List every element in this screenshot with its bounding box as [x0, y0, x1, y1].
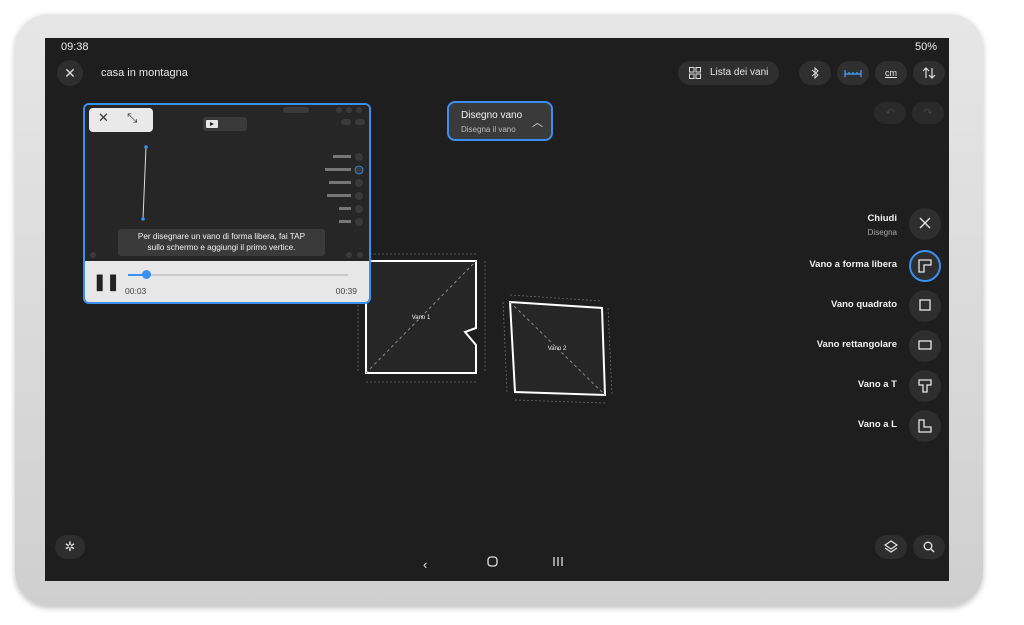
- tool-close-label: Chiudi: [867, 213, 897, 224]
- draw-chip-subtitle: Disegna il vano: [461, 125, 516, 134]
- rectangle-room-button[interactable]: [909, 330, 941, 362]
- video-caption: Per disegnare un vano di forma libera, f…: [118, 229, 325, 256]
- l-room-icon: [918, 419, 932, 433]
- tool-square[interactable]: Vano quadrato: [585, 290, 945, 322]
- square-room-button[interactable]: [909, 290, 941, 322]
- close-icon: [919, 217, 931, 229]
- expand-icon[interactable]: ⤡: [127, 110, 137, 126]
- video-toolbar: ✕ ⤡: [89, 108, 153, 132]
- home-icon[interactable]: [487, 556, 498, 567]
- tool-rectangle-label: Vano rettangolare: [816, 339, 897, 350]
- caption-line-2: sullo schermo e aggiungi il primo vertic…: [147, 243, 296, 252]
- tool-t-shape-label: Vano a T: [857, 379, 897, 390]
- total-time: 00:39: [335, 286, 357, 296]
- tool-square-label: Vano quadrato: [831, 299, 897, 310]
- freeform-room-icon: [918, 259, 932, 273]
- tool-t-shape[interactable]: Vano a T: [585, 370, 945, 402]
- android-nav-bar: ‹: [45, 551, 949, 581]
- video-progress-knob[interactable]: [141, 270, 151, 279]
- recent-apps-icon[interactable]: [552, 556, 564, 567]
- draw-room-chip[interactable]: Disegno vano Disegna il vano ︿: [447, 101, 553, 141]
- close-video-icon[interactable]: ✕: [98, 110, 109, 126]
- close-tools-button[interactable]: [909, 208, 941, 240]
- tool-l-shape[interactable]: Vano a L: [585, 410, 945, 442]
- back-icon[interactable]: ‹: [423, 557, 427, 572]
- room-1-label: Vano 1: [412, 315, 431, 321]
- chevron-up-icon[interactable]: ︿: [532, 114, 543, 130]
- tool-freeform[interactable]: Vano a forma libera: [585, 250, 945, 282]
- l-room-button[interactable]: [909, 410, 941, 442]
- current-time: 00:03: [125, 286, 147, 296]
- video-controls: ❚❚ 00:03 00:39: [85, 261, 369, 302]
- pause-icon[interactable]: ❚❚: [93, 272, 120, 292]
- video-frame[interactable]: ✕ ⤡ Per disegnare un vano di forma liber…: [85, 105, 369, 261]
- draw-chip-title: Disegno vano: [461, 110, 523, 121]
- t-room-icon: [918, 379, 932, 393]
- tool-close-sublabel: Disegna: [867, 228, 897, 237]
- square-room-icon: [919, 299, 931, 311]
- rectangle-room-icon: [918, 340, 932, 350]
- room-1[interactable]: Vano 1: [357, 253, 486, 383]
- freeform-room-button[interactable]: [909, 250, 941, 282]
- tutorial-video-player[interactable]: ✕ ⤡ Per disegnare un vano di forma liber…: [83, 103, 371, 304]
- tool-close[interactable]: Chiudi Disegna: [585, 208, 945, 240]
- app-screen: 09:38 50% ✕ casa in montagna Lista dei v…: [45, 38, 949, 581]
- room-2-label: Vano 2: [548, 346, 567, 352]
- tool-rectangle[interactable]: Vano rettangolare: [585, 330, 945, 362]
- caption-line-1: Per disegnare un vano di forma libera, f…: [137, 232, 306, 241]
- t-room-button[interactable]: [909, 370, 941, 402]
- tool-l-shape-label: Vano a L: [857, 419, 897, 430]
- video-progress-track[interactable]: [128, 270, 348, 279]
- tool-freeform-label: Vano a forma libera: [809, 259, 897, 270]
